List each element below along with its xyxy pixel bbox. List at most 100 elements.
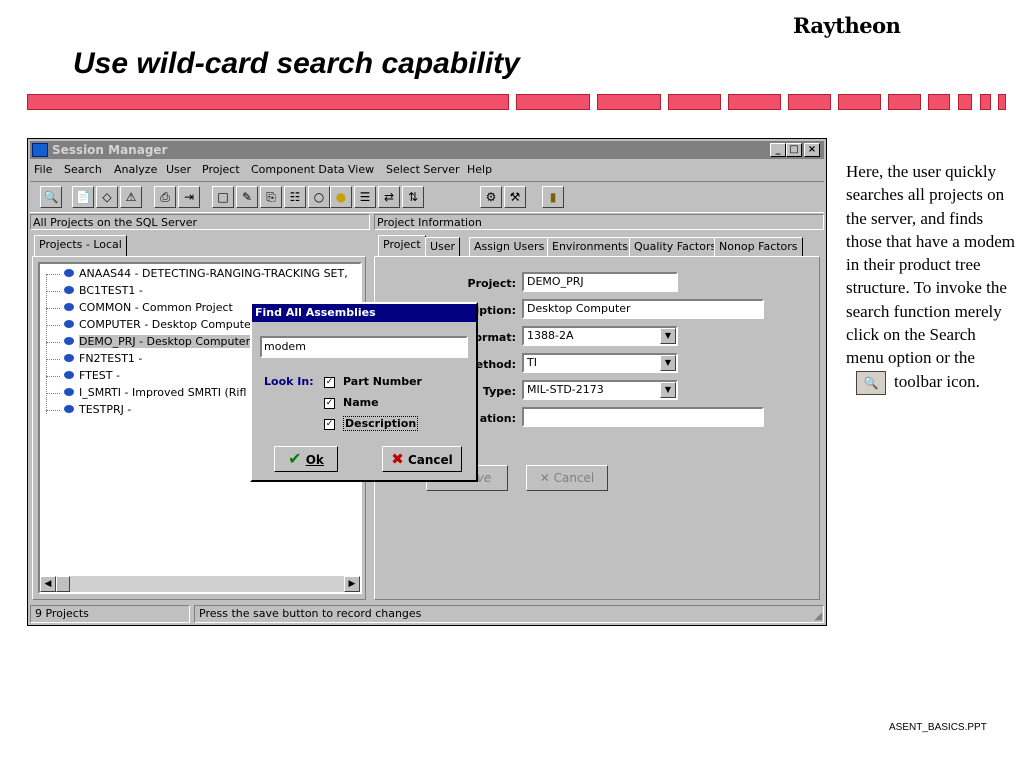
binoculars-icon: 🔍	[856, 370, 886, 395]
tree-connector	[46, 410, 60, 411]
tab-project[interactable]: Project	[378, 235, 426, 257]
tab-projects-local[interactable]: Projects - Local	[34, 235, 127, 257]
accent-bar-segment	[728, 94, 781, 110]
scroll-left-icon[interactable]: ◀	[40, 576, 56, 592]
tree-connector	[46, 291, 60, 292]
menu-project[interactable]: Project	[202, 163, 240, 176]
chevron-down-icon[interactable]: ▼	[660, 328, 676, 344]
tab-quality-factors[interactable]: Quality Factors	[629, 237, 722, 257]
explanation-body: Here, the user quickly searches all proj…	[846, 162, 1016, 368]
project-node-icon	[64, 337, 74, 345]
description-field[interactable]: Desktop Computer	[522, 299, 764, 319]
tree-item[interactable]: COMMON - Common Project	[46, 300, 233, 316]
tree-item[interactable]: COMPUTER - Desktop Compute	[46, 317, 251, 333]
description-label: iption:	[475, 304, 516, 317]
tab-user[interactable]: User	[425, 237, 461, 257]
tree-connector	[46, 393, 60, 394]
tree-item-selected[interactable]: DEMO_PRJ - Desktop Computer	[46, 334, 251, 350]
printer-icon[interactable]: ⎙	[154, 186, 176, 208]
menu-component-data[interactable]: Component Data	[251, 163, 345, 176]
bulb-off-icon[interactable]: ○	[308, 186, 330, 208]
cancel-button-label: Cancel	[553, 471, 595, 485]
sort-icon[interactable]: ⇅	[402, 186, 424, 208]
look-in-label: Look In:	[264, 375, 314, 388]
tab-environments[interactable]: Environments	[547, 237, 633, 257]
tree-item-label: TESTPRJ -	[79, 403, 132, 416]
project-node-icon	[64, 354, 74, 362]
gear-icon[interactable]: ⚙	[480, 186, 502, 208]
scroll-thumb[interactable]	[56, 576, 70, 592]
project-field[interactable]: DEMO_PRJ	[522, 272, 678, 292]
tree-connector	[46, 376, 60, 377]
binoculars-icon[interactable]: 🔍	[40, 186, 62, 208]
report-icon[interactable]: ☰	[354, 186, 376, 208]
accent-bar-segment	[980, 94, 991, 110]
accent-bar-segment	[888, 94, 921, 110]
document-icon[interactable]: 📄	[72, 186, 94, 208]
dialog-cancel-button[interactable]: ✖ Cancel	[382, 446, 462, 472]
toolbar: 🔍 📄 ◇ ⚠ ⎙ ⇥ □ ✎ ⎘ ☷ ○ ● ☰ ⇄ ⇅ ⚙ ⚒ ▮	[30, 181, 824, 213]
eraser-icon[interactable]: ◇	[96, 186, 118, 208]
tab-nonop-factors[interactable]: Nonop Factors	[714, 237, 803, 257]
menu-view[interactable]: View	[348, 163, 374, 176]
tools-icon[interactable]: ⚒	[504, 186, 526, 208]
exit-icon[interactable]: ▮	[542, 186, 564, 208]
name-checkbox[interactable]: ✓	[324, 397, 335, 409]
session-manager-window: Session Manager _ □ × File Search Analyz…	[27, 138, 827, 626]
new-document-icon[interactable]: □	[212, 186, 234, 208]
menu-analyze[interactable]: Analyze	[114, 163, 157, 176]
description-checkbox[interactable]: ✓	[324, 418, 335, 430]
export-icon[interactable]: ⇥	[178, 186, 200, 208]
tree-item[interactable]: ANAAS44 - DETECTING-RANGING-TRACKING SET…	[46, 266, 348, 282]
tree-item[interactable]: FN2TEST1 -	[46, 351, 142, 367]
type-select[interactable]: MIL-STD-2173 ▼	[522, 380, 678, 400]
warning-icon[interactable]: ⚠	[120, 186, 142, 208]
accent-bar-segment	[668, 94, 721, 110]
window-title: Session Manager	[52, 143, 168, 157]
dialog-title[interactable]: Find All Assemblies	[252, 304, 476, 322]
menu-user[interactable]: User	[166, 163, 191, 176]
method-select[interactable]: TI ▼	[522, 353, 678, 373]
tree-item[interactable]: BC1TEST1 -	[46, 283, 143, 299]
option-description[interactable]: ✓ Description	[324, 416, 419, 431]
format-label: ormat:	[474, 331, 516, 344]
scroll-right-icon[interactable]: ▶	[344, 576, 360, 592]
option-name[interactable]: ✓ Name	[324, 396, 379, 410]
accent-bar-segment	[928, 94, 950, 110]
transfer-icon[interactable]: ⇄	[378, 186, 400, 208]
tree-icon[interactable]: ☷	[284, 186, 306, 208]
left-pane-header: All Projects on the SQL Server	[30, 214, 370, 230]
pencil-icon[interactable]: ✎	[236, 186, 258, 208]
menu-search[interactable]: Search	[64, 163, 102, 176]
option-label: Description	[343, 416, 419, 431]
maximize-button[interactable]: □	[786, 143, 802, 157]
tab-assign-users[interactable]: Assign Users	[469, 237, 550, 257]
bulb-on-icon[interactable]: ●	[330, 186, 352, 208]
minimize-button[interactable]: _	[770, 143, 786, 157]
explanation-tail: toolbar icon.	[894, 371, 980, 391]
part-number-checkbox[interactable]: ✓	[324, 376, 335, 388]
copy-icon[interactable]: ⎘	[260, 186, 282, 208]
menu-file[interactable]: File	[34, 163, 52, 176]
chevron-down-icon[interactable]: ▼	[660, 355, 676, 371]
project-node-icon	[64, 286, 74, 294]
resize-grip-icon[interactable]: ◢	[814, 611, 822, 622]
location-field[interactable]	[522, 407, 764, 427]
tree-connector	[46, 359, 60, 360]
close-button[interactable]: ×	[804, 143, 820, 157]
search-input[interactable]: modem	[260, 336, 468, 358]
format-select[interactable]: 1388-2A ▼	[522, 326, 678, 346]
ok-button[interactable]: ✔ Ok	[274, 446, 338, 472]
tree-item[interactable]: FTEST -	[46, 368, 120, 384]
tree-item[interactable]: I_SMRTI - Improved SMRTI (Rifl	[46, 385, 246, 401]
chevron-down-icon[interactable]: ▼	[660, 382, 676, 398]
tree-item[interactable]: TESTPRJ -	[46, 402, 132, 418]
accent-bar-segment	[838, 94, 881, 110]
window-titlebar[interactable]: Session Manager _ □ ×	[30, 141, 824, 159]
cancel-button[interactable]: ✕ Cancel	[526, 465, 608, 491]
menu-help[interactable]: Help	[467, 163, 492, 176]
type-value: MIL-STD-2173	[527, 383, 604, 396]
option-part-number[interactable]: ✓ Part Number	[324, 375, 422, 389]
horizontal-scrollbar[interactable]: ◀ ▶	[40, 576, 360, 592]
menu-select-server[interactable]: Select Server	[386, 163, 460, 176]
